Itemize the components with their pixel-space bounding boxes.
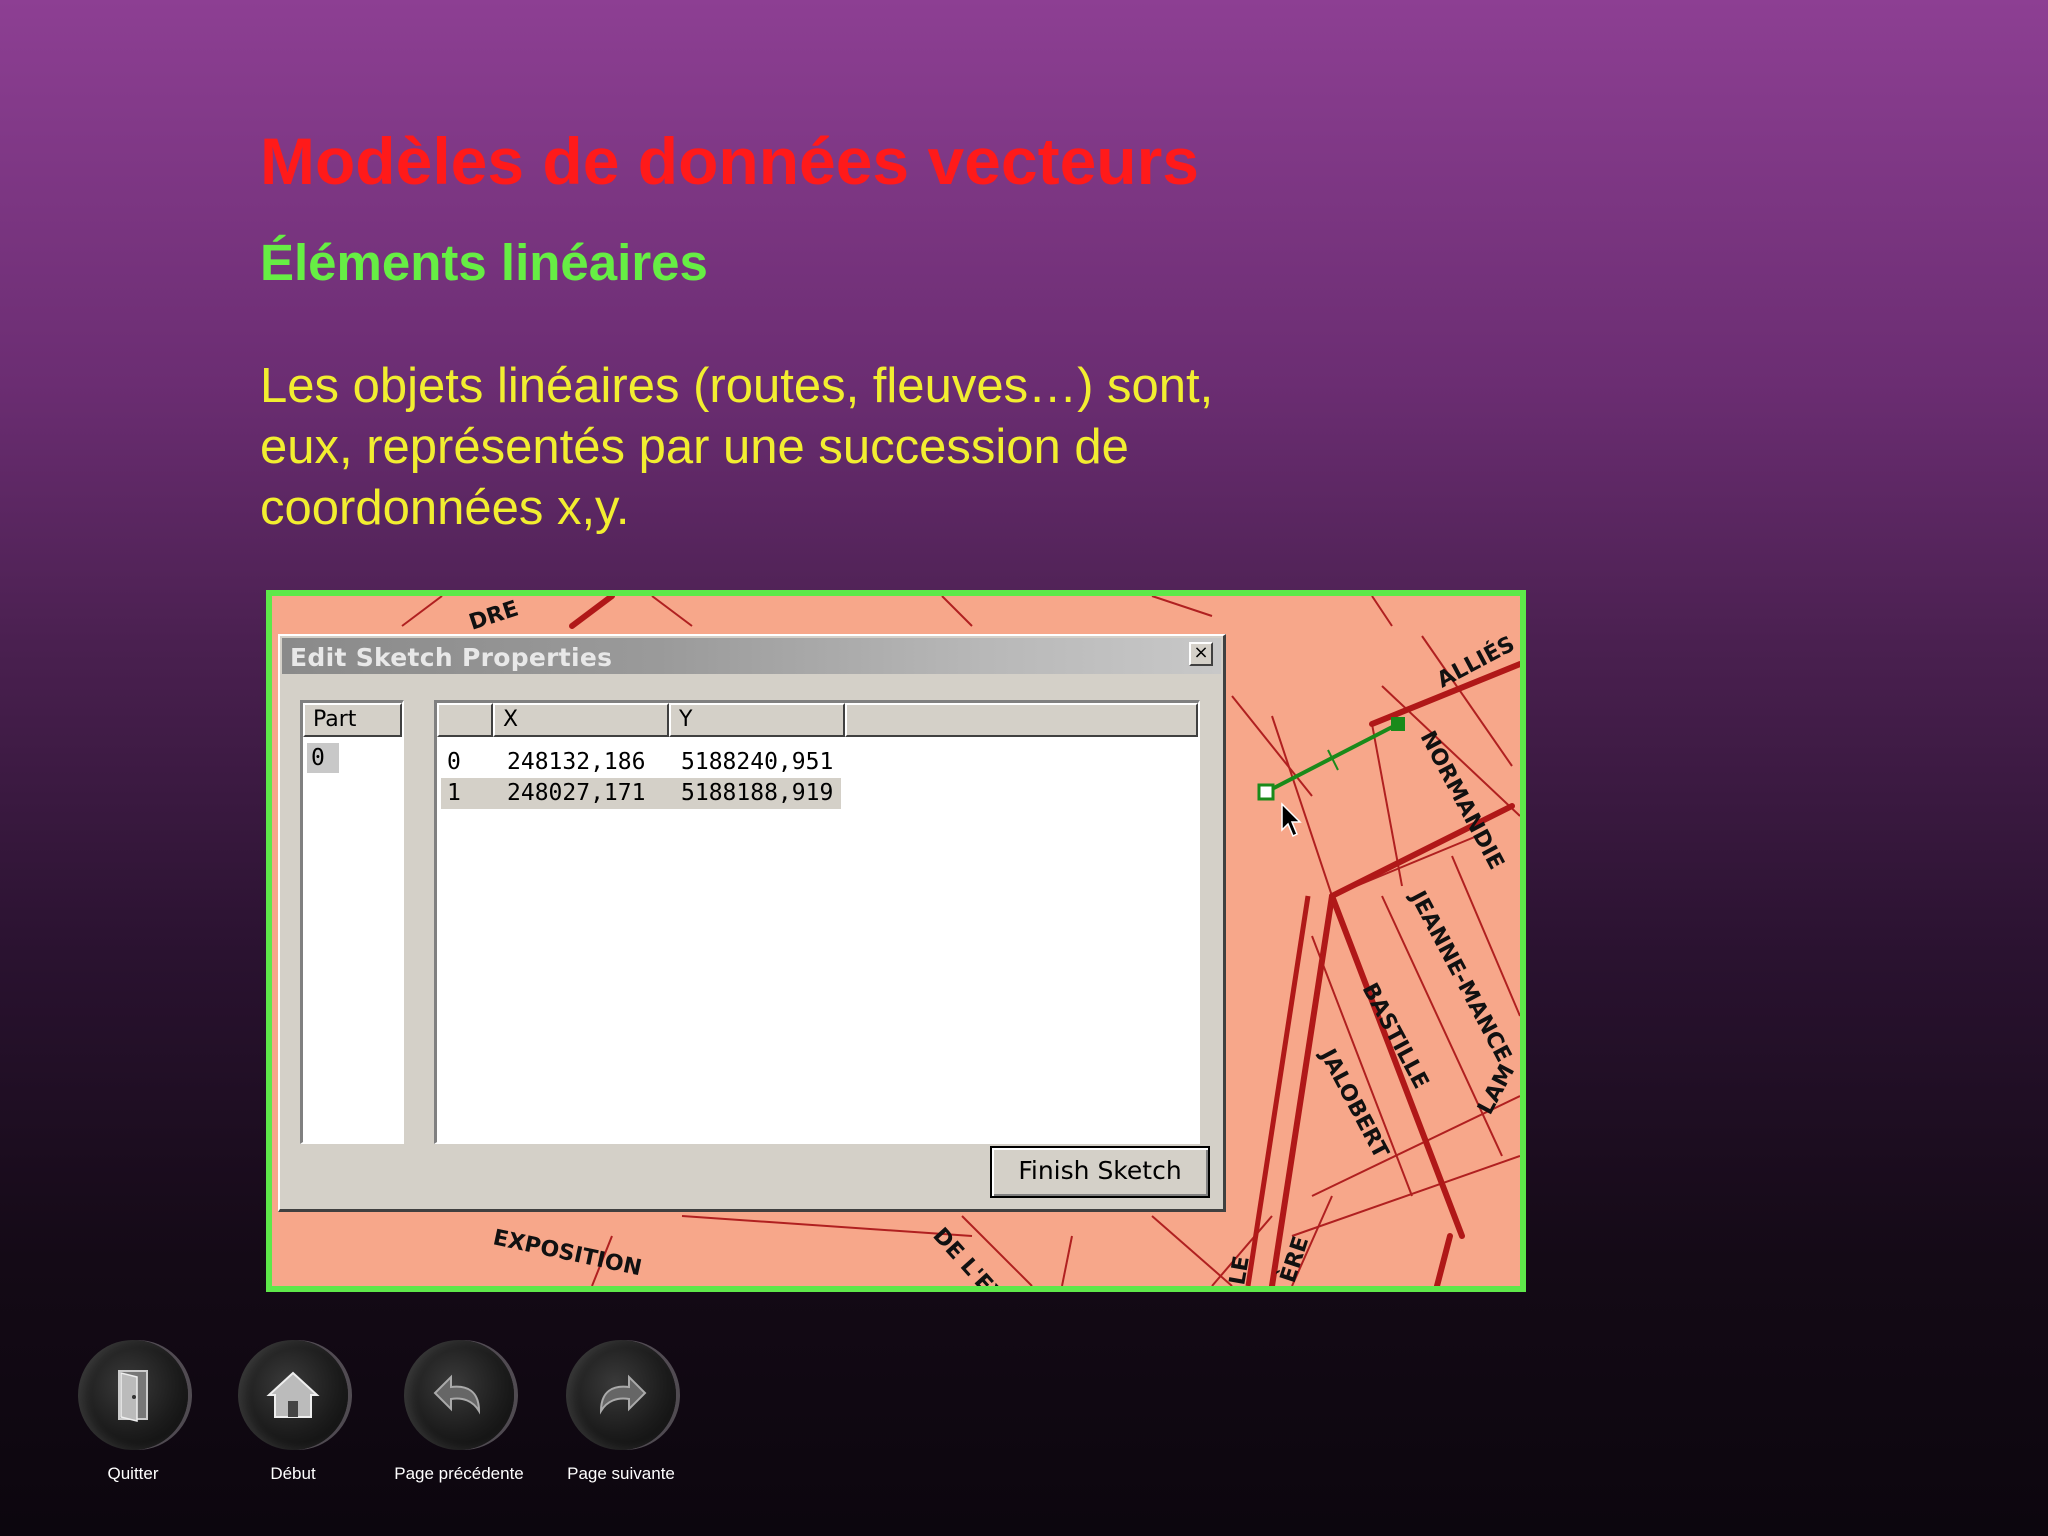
nav-quit[interactable]: Quitter (48, 1340, 218, 1484)
vertex-x: 248132,186 (507, 749, 646, 775)
vertex-index: 0 (447, 749, 461, 775)
body-line: eux, représentés par une succession de (260, 420, 1129, 474)
map-label: EXPOSITION (491, 1225, 644, 1281)
gis-screenshot: ALLIÉS NORMANDIE JEANNE-MANCE BASTILLE J… (266, 590, 1526, 1292)
slide-title: Modèles de données vecteurs (260, 124, 1199, 198)
map-label: JEANNE-MANCE (1404, 885, 1516, 1066)
close-icon: × (1193, 642, 1209, 663)
part-column-header[interactable]: Part (303, 703, 402, 737)
index-column-header[interactable] (437, 703, 493, 737)
vertex-y: 5188240,951 (681, 749, 834, 775)
vertex-x: 248027,171 (507, 780, 646, 806)
map-label: DRE (466, 596, 522, 635)
y-column-header[interactable]: Y (669, 703, 845, 737)
home-icon (266, 1371, 320, 1418)
map-label: LE (1225, 1254, 1255, 1286)
edit-sketch-properties-dialog: Edit Sketch Properties × Part 0 X Y 0 24… (278, 634, 1226, 1212)
nav-label: Page précédente (394, 1464, 524, 1483)
x-column-header[interactable]: X (493, 703, 669, 737)
nav-home[interactable]: Début (208, 1340, 378, 1484)
forward-arrow-icon (599, 1374, 647, 1415)
vertex-y: 5188188,919 (681, 780, 834, 806)
map-label: NORMANDIE (1415, 727, 1509, 874)
vertex-coordinate-table[interactable]: X Y 0 248132,186 5188240,951 1 248027,17… (434, 700, 1200, 1144)
nav-previous-page[interactable]: Page précédente (374, 1340, 544, 1484)
quit-button[interactable] (78, 1340, 188, 1450)
slide-body-text: Les objets linéaires (routes, fleuves…) … (260, 356, 1360, 539)
part-list[interactable]: Part 0 (300, 700, 404, 1144)
map-label: JALOBERT (1314, 1043, 1393, 1162)
map-label: DE L'EXP (928, 1223, 1020, 1286)
table-row[interactable]: 0 248132,186 5188240,951 (441, 747, 841, 778)
nav-label: Page suivante (567, 1464, 675, 1483)
empty-column-header[interactable] (845, 703, 1198, 737)
nav-label: Quitter (107, 1464, 159, 1483)
dialog-title: Edit Sketch Properties (290, 643, 613, 672)
vertex-index: 1 (447, 780, 461, 806)
next-page-button[interactable] (566, 1340, 676, 1450)
mouse-pointer-icon (1281, 802, 1302, 838)
table-row[interactable]: 1 248027,171 5188188,919 (441, 778, 841, 809)
slide-subtitle: Éléments linéaires (260, 234, 708, 291)
back-arrow-icon (433, 1374, 481, 1415)
body-line: coordonnées x,y. (260, 481, 630, 535)
door-icon (118, 1370, 148, 1422)
part-item[interactable]: 0 (307, 743, 339, 773)
nav-label: Début (270, 1464, 316, 1483)
finish-sketch-button[interactable]: Finish Sketch (990, 1146, 1210, 1198)
home-button[interactable] (238, 1340, 348, 1450)
body-line: Les objets linéaires (routes, fleuves…) … (260, 359, 1214, 413)
previous-page-button[interactable] (404, 1340, 514, 1450)
map-label: BASTILLE (1357, 979, 1433, 1093)
dialog-titlebar[interactable]: Edit Sketch Properties × (282, 638, 1221, 674)
close-button[interactable]: × (1189, 642, 1213, 666)
nav-next-page[interactable]: Page suivante (536, 1340, 706, 1484)
map-label: LAM (1473, 1060, 1520, 1118)
